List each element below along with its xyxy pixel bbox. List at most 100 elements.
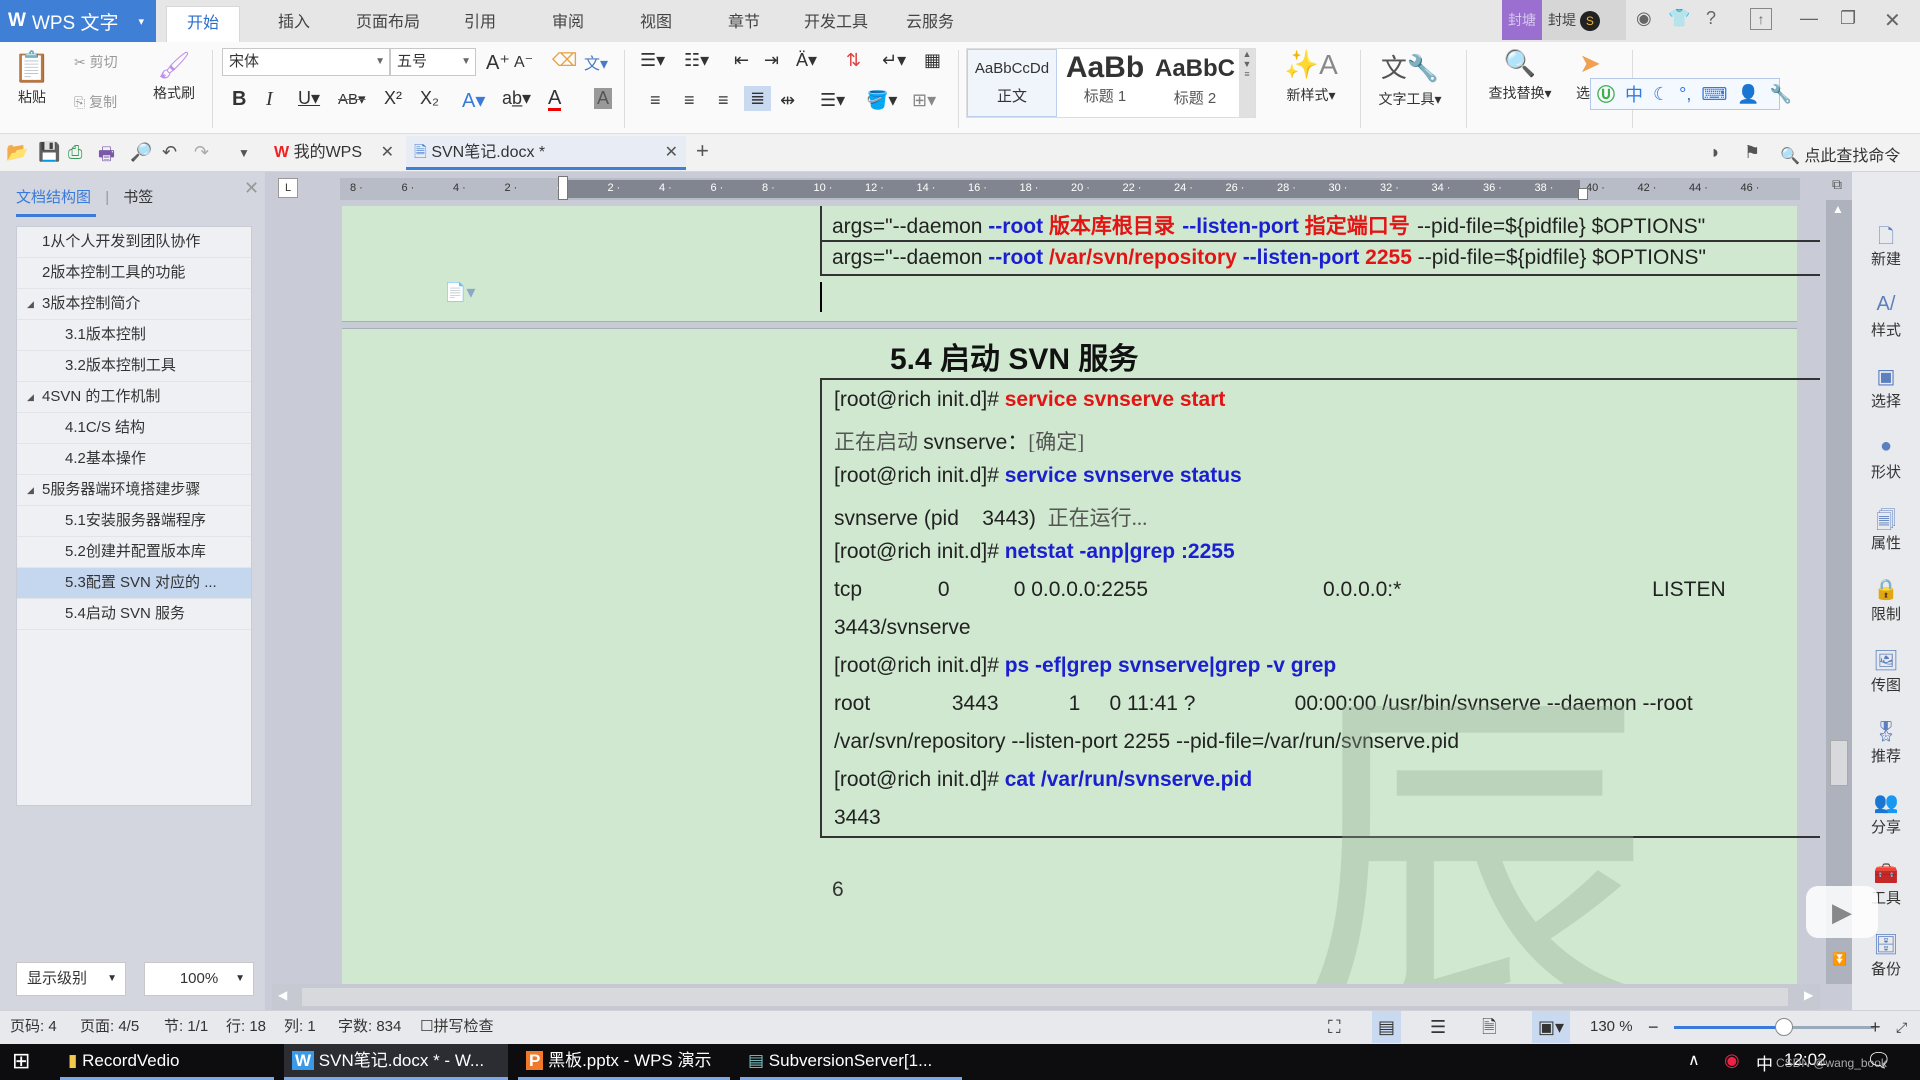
menu-tab-page-layout[interactable]: 页面布局 — [336, 6, 440, 42]
code-line[interactable]: [root@rich init.d]# netstat -anp|grep :2… — [834, 540, 1235, 564]
help-icon[interactable]: ? — [1706, 8, 1716, 29]
page-down-icon[interactable]: ⏬ — [1832, 952, 1847, 966]
page-view-icon[interactable]: ▤ — [1372, 1011, 1402, 1043]
customize-dropdown-icon[interactable]: ▼ — [238, 146, 250, 160]
menu-tab-home[interactable]: 开始 — [166, 6, 241, 42]
scroll-right-icon[interactable]: ▶ — [1804, 988, 1813, 1002]
status-section[interactable]: 节: 1/1 — [164, 1011, 208, 1043]
line-spacing-icon[interactable]: ☰▾ — [820, 90, 845, 111]
scrollbar-thumb[interactable] — [1830, 740, 1848, 786]
zoom-slider[interactable] — [1674, 1018, 1874, 1036]
outline-item[interactable]: 4.2基本操作 — [17, 444, 251, 475]
code-line[interactable]: [root@rich init.d]# ps -ef|grep svnserve… — [834, 654, 1336, 678]
close-tab-icon[interactable]: ✕ — [665, 136, 678, 170]
doc-tab-svn-notes[interactable]: 🗎 SVN笔记.docx * ✕ — [406, 136, 686, 170]
code-line[interactable]: [root@rich init.d]# service svnserve sta… — [834, 388, 1225, 412]
cut-button[interactable]: ✂ 剪切 — [74, 52, 118, 72]
restore-icon[interactable]: ❐ — [1840, 8, 1856, 29]
right-indent-marker[interactable] — [1578, 188, 1588, 200]
print-icon[interactable]: 🖶 — [98, 142, 115, 172]
export-pdf-icon[interactable]: ⎙ — [68, 142, 82, 163]
nav-zoom-select[interactable]: 100% ▼ — [144, 962, 254, 996]
paragraph-mark-icon[interactable]: ↵▾ — [882, 50, 906, 71]
decrease-indent-icon[interactable]: ⇤ — [734, 50, 749, 71]
save-icon[interactable]: 💾 — [38, 142, 60, 163]
code-line[interactable]: 3443 — [834, 806, 881, 830]
flag-icon[interactable]: ⚑ — [1744, 142, 1760, 163]
bullet-list-icon[interactable]: ☰▾ — [640, 50, 665, 71]
redo-icon[interactable]: ↷ — [194, 142, 209, 163]
table-cell[interactable]: args="--daemon --root 版本库根目录 --listen-po… — [832, 210, 1705, 240]
font-color-button[interactable]: A — [548, 88, 562, 111]
tab-stop-selector[interactable]: L — [278, 178, 298, 198]
expand-toggle-icon[interactable]: ◢ — [27, 289, 34, 319]
task-pane-button-select[interactable]: ▣ 选择 — [1852, 364, 1920, 411]
font-size-select[interactable]: 五号 ▼ — [390, 48, 476, 76]
code-line[interactable]: tcp 0 0 0.0.0.0:2255 0.0.0.0:* LISTEN — [834, 578, 1726, 602]
code-line[interactable]: [root@rich init.d]# cat /var/run/svnserv… — [834, 768, 1252, 792]
increase-indent-icon[interactable]: ⇥ — [764, 50, 779, 71]
menu-tab-cloud[interactable]: 云服务 — [886, 6, 974, 42]
status-pages[interactable]: 页面: 4/5 — [80, 1011, 139, 1043]
ime-toolbar[interactable]: Ⓤ 中 ☾ °, ⌨ 👤 🔧 — [1590, 78, 1792, 110]
user-badge[interactable]: 封塘 — [1502, 0, 1542, 40]
close-icon[interactable]: ✕ — [1884, 8, 1901, 33]
command-search[interactable]: 🔍 点此查找命令 — [1780, 142, 1900, 166]
shading-icon[interactable]: 🪣▾ — [866, 90, 897, 111]
open-icon[interactable]: 📂 — [6, 142, 28, 163]
grow-font-icon[interactable]: A⁺ — [486, 50, 510, 75]
split-view-icon[interactable]: ⧉ — [1832, 176, 1842, 193]
skin-icon[interactable]: ◉ — [1636, 8, 1652, 29]
numbered-list-icon[interactable]: ☷▾ — [684, 50, 709, 71]
horizontal-scrollbar[interactable]: ◀ ▶ — [272, 984, 1820, 1010]
task-pane-button-restrict[interactable]: 🔒 限制 — [1852, 577, 1920, 624]
expand-toggle-icon[interactable]: ◢ — [27, 382, 34, 412]
user-account[interactable]: 封堤 S — [1542, 0, 1626, 40]
style-normal[interactable]: AaBbCcDd 正文 — [967, 49, 1057, 117]
web-view-icon[interactable]: 🗎 — [1482, 1011, 1496, 1043]
outline-item[interactable]: 5.3配置 SVN 对应的 ... — [17, 568, 251, 599]
scrollbar-thumb[interactable] — [302, 988, 1788, 1006]
task-pane-button-shape[interactable]: ● 形状 — [1852, 435, 1920, 482]
status-column[interactable]: 列: 1 — [284, 1011, 316, 1043]
outline-item[interactable]: ◢ 4SVN 的工作机制 — [17, 382, 251, 413]
fit-window-icon[interactable]: ⤢ — [1896, 1011, 1907, 1043]
horizontal-ruler[interactable]: 8 ·6 ·4 ·2 ··2 ·4 ·6 ·8 ·10 ·12 ·14 ·16 … — [340, 176, 1800, 200]
outline-item[interactable]: 2版本控制工具的功能 — [17, 258, 251, 289]
table-row[interactable]: args="--daemon --root /var/svn/repositor… — [822, 242, 1820, 278]
task-pane-button-backup[interactable]: 🗄 备份 — [1852, 932, 1920, 979]
task-pane-button-send-image[interactable]: 🖼 传图 — [1852, 648, 1920, 695]
subscript-button[interactable]: X₂ — [420, 88, 439, 109]
pinyin-icon[interactable]: 文▾ — [584, 50, 608, 74]
text-tools-button[interactable]: 文🔧 文字工具▾ — [1360, 48, 1460, 109]
strikethrough-button[interactable]: AB▾ — [338, 90, 366, 108]
taskbar-item-wps-presentation[interactable]: P 黑板.pptx - WPS 演示 — [518, 1044, 730, 1080]
code-line[interactable]: [root@rich init.d]# service svnserve sta… — [834, 464, 1242, 488]
menu-tab-view[interactable]: 视图 — [620, 6, 692, 42]
taskbar-item-recordvedio[interactable]: ▮ RecordVedio — [60, 1044, 274, 1080]
italic-button[interactable]: I — [266, 88, 273, 111]
tab-document-map[interactable]: 文档结构图 — [16, 189, 91, 206]
expand-toggle-icon[interactable]: ◢ — [27, 475, 34, 505]
tray-expand-icon[interactable]: ∧ — [1688, 1050, 1700, 1070]
format-painter-button[interactable]: 🖌 格式刷 — [146, 50, 202, 103]
menu-tab-references[interactable]: 引用 — [444, 6, 516, 42]
menu-tab-chapter[interactable]: 章节 — [708, 6, 780, 42]
menu-tab-insert[interactable]: 插入 — [258, 6, 330, 42]
zoom-out-button[interactable]: − — [1648, 1011, 1659, 1043]
menu-tab-review[interactable]: 审阅 — [532, 6, 604, 42]
align-right-icon[interactable]: ≡ — [718, 90, 729, 111]
zoom-level[interactable]: 130 % — [1590, 1011, 1633, 1043]
menu-tab-developer[interactable]: 开发工具 — [784, 6, 888, 42]
underline-button[interactable]: U▾ — [298, 88, 320, 109]
print-preview-icon[interactable]: 🔎 — [130, 142, 152, 163]
outline-item[interactable]: ◢ 5服务器端环境搭建步骤 — [17, 475, 251, 506]
zoom-in-button[interactable]: + — [1870, 1011, 1881, 1043]
table-row[interactable]: args="--daemon --root 版本库根目录 --listen-po… — [822, 206, 1820, 242]
task-pane-button-new-doc[interactable]: 🗋 新建 — [1852, 222, 1920, 269]
comment-icon[interactable]: ◗ — [1710, 142, 1721, 163]
tray-app-icon[interactable]: ◉ — [1724, 1050, 1740, 1071]
taskbar-item-wps-writer[interactable]: W SVN笔记.docx * - W... — [284, 1044, 508, 1080]
doc-tab-my-wps[interactable]: W 我的WPS ✕ — [266, 136, 402, 170]
code-line[interactable]: 3443/svnserve — [834, 616, 971, 640]
